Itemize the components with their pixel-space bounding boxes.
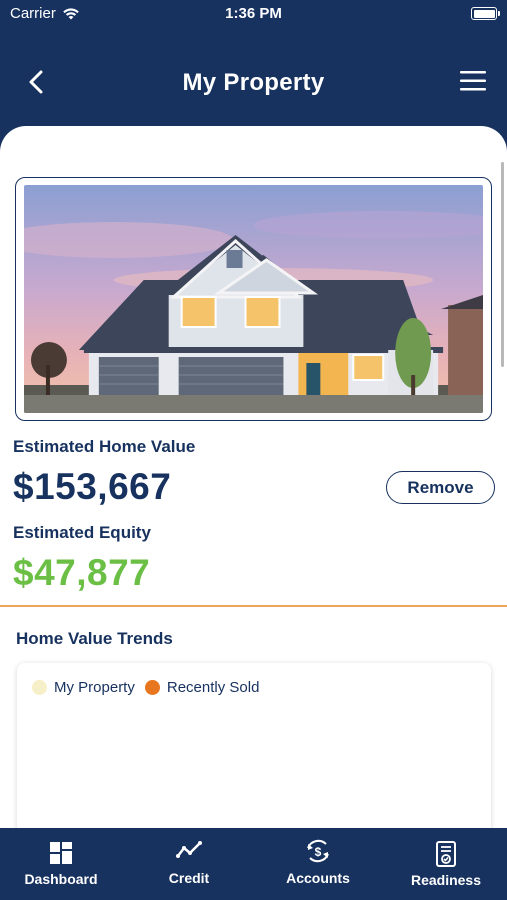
legend-item-recently-sold[interactable]: Recently Sold (144, 679, 260, 696)
main-content[interactable]: Estimated Home Value $153,667 Remove Est… (0, 126, 507, 828)
tab-dashboard[interactable]: Dashboard (1, 828, 121, 900)
scrollbar[interactable] (501, 162, 504, 367)
tab-label: Accounts (286, 870, 350, 886)
chart-legend: My Property Recently Sold (32, 679, 269, 696)
legend-dot (144, 680, 160, 695)
bottom-tab-bar: Dashboard Credit $ Accounts Readiness (0, 828, 507, 900)
estimated-home-value-label: Estimated Home Value (13, 437, 196, 456)
house-image (24, 185, 483, 413)
section-divider (0, 605, 507, 607)
property-photo (24, 185, 483, 413)
tab-accounts[interactable]: $ Accounts (258, 828, 378, 900)
tab-label: Credit (168, 870, 210, 886)
estimated-equity-value: $47,877 (13, 552, 151, 593)
readiness-checklist-icon (436, 841, 456, 867)
status-bar: Carrier 1:36 PM (0, 0, 507, 30)
hamburger-icon (460, 71, 486, 91)
status-time: 1:36 PM (225, 5, 282, 22)
dashboard-icon (50, 842, 72, 864)
menu-button[interactable] (459, 69, 487, 93)
tab-credit[interactable]: Credit (129, 828, 249, 900)
home-value-trends-title: Home Value Trends (16, 629, 173, 648)
estimated-home-value: $153,667 (13, 466, 172, 507)
battery-icon (471, 7, 500, 20)
home-value-trends-chart: $854K$654K$454K My Property Recently Sol… (17, 663, 491, 828)
property-photo-frame (15, 177, 492, 421)
legend-label: My Property (54, 679, 135, 696)
legend-dot (32, 680, 47, 695)
svg-text:$: $ (315, 845, 322, 859)
tab-readiness[interactable]: Readiness (386, 828, 506, 900)
legend-label: Recently Sold (166, 679, 260, 696)
legend-item-my-property[interactable]: My Property (32, 679, 135, 696)
credit-trend-icon (176, 841, 202, 858)
accounts-dollar-icon: $ (307, 839, 329, 863)
header: My Property (0, 55, 507, 115)
tab-label: Readiness (410, 872, 482, 888)
estimated-equity-label: Estimated Equity (13, 523, 151, 542)
remove-button[interactable]: Remove (386, 471, 495, 504)
tab-label: Dashboard (24, 871, 98, 887)
page-title: My Property (182, 69, 325, 96)
